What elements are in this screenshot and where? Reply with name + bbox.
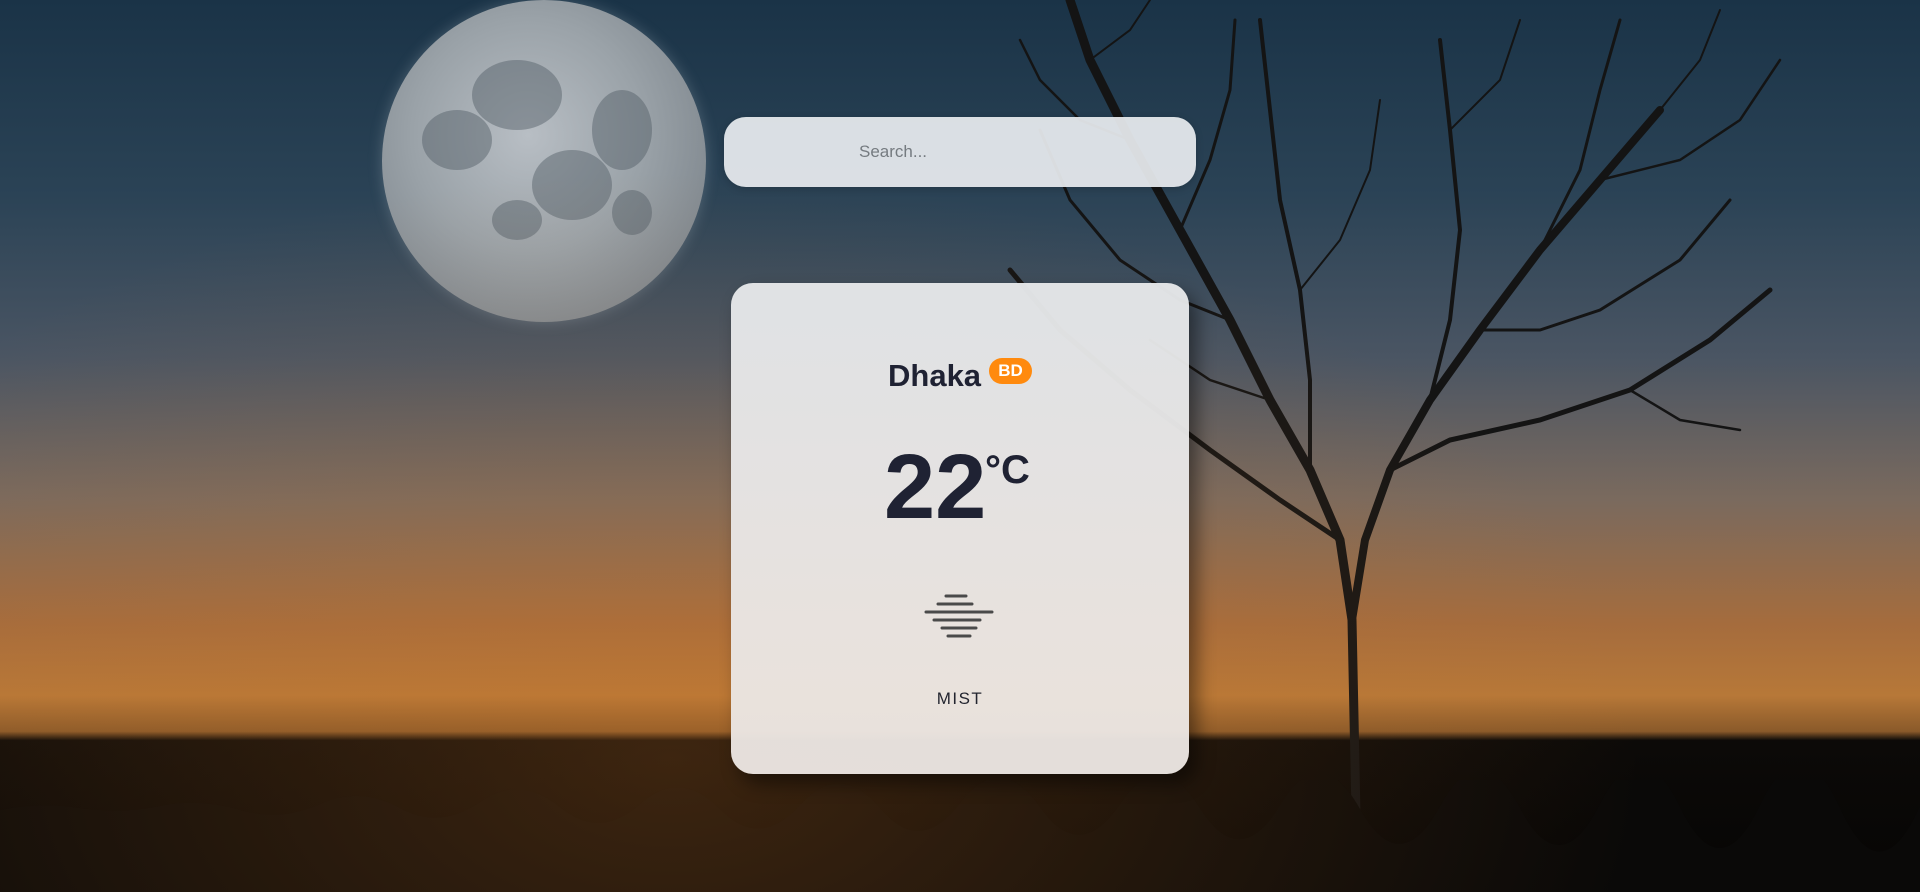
search-box bbox=[724, 117, 1196, 187]
country-badge: BD bbox=[989, 358, 1032, 384]
moon-image bbox=[382, 0, 706, 322]
search-input[interactable] bbox=[724, 117, 1196, 187]
weather-condition: MIST bbox=[936, 689, 984, 708]
mist-icon bbox=[924, 594, 994, 638]
ground-silhouette bbox=[0, 780, 1920, 892]
temperature-unit: °C bbox=[985, 448, 1030, 492]
city-name: Dhaka bbox=[888, 358, 982, 393]
temperature-value: 22 bbox=[884, 436, 987, 538]
